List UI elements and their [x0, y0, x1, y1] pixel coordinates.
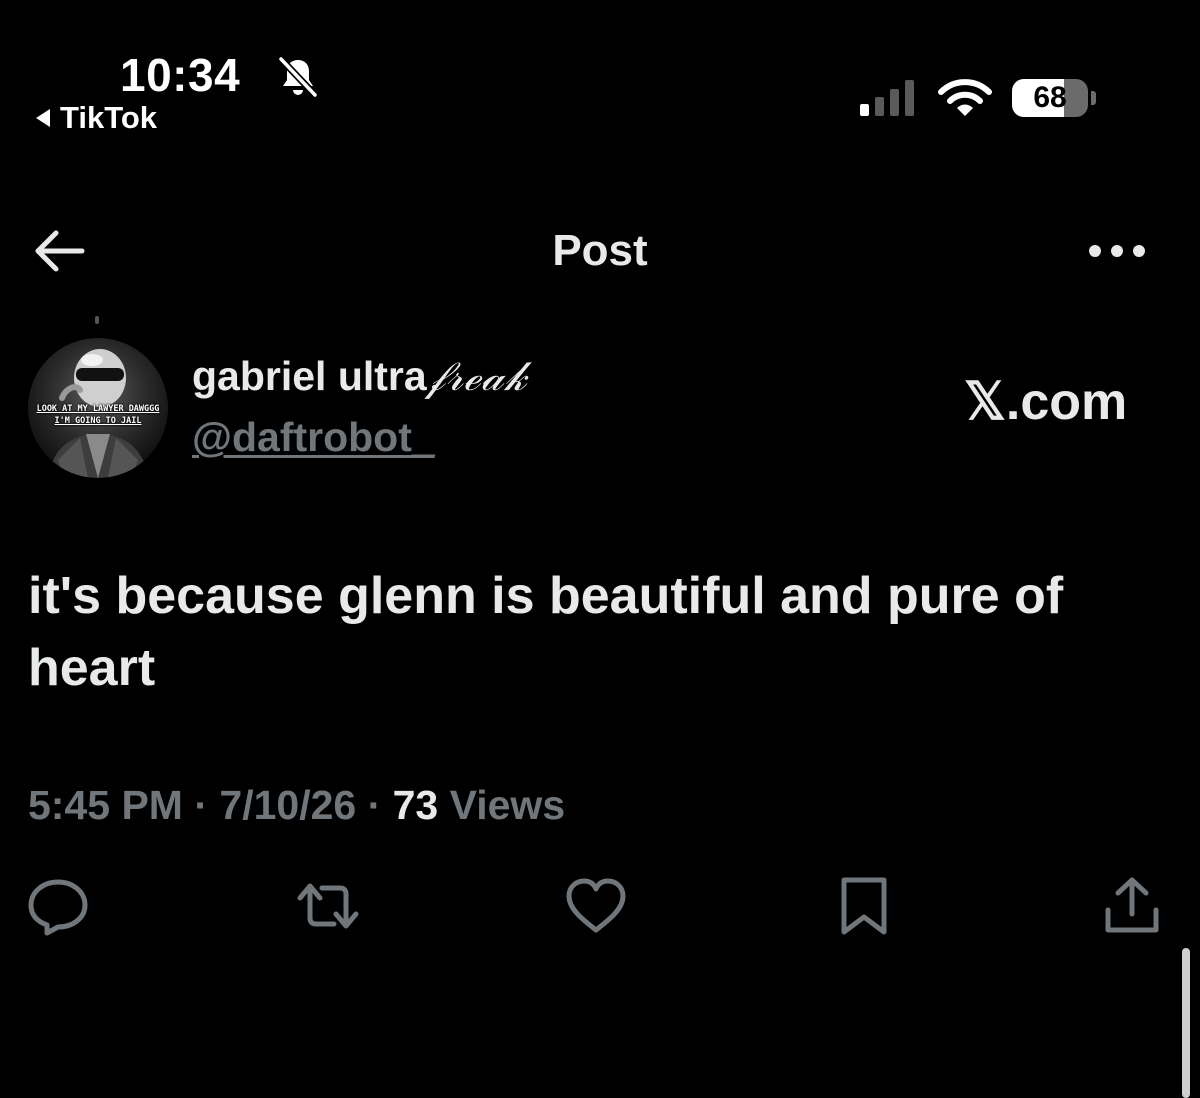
xcom-watermark: 𝕏.com [964, 373, 1128, 431]
back-triangle-icon [36, 109, 50, 127]
author-display-name[interactable]: gabriel ultra𝒻𝓇ℯ𝒶𝓀 [192, 352, 528, 401]
avatar-caption-line2: I'M GOING TO JAIL [54, 416, 142, 426]
bookmark-icon[interactable] [830, 872, 898, 940]
back-app-label: TikTok [60, 100, 158, 135]
battery-percent: 68 [1033, 81, 1067, 114]
status-time: 10:34 [120, 49, 241, 101]
post-date: 7/10/26 [219, 782, 357, 828]
avatar[interactable]: LOOK AT MY LAWYER DAWGGG I'M GOING TO JA… [28, 338, 168, 478]
avatar-marker [95, 316, 99, 324]
views-label: Views [438, 782, 566, 828]
scrollbar[interactable] [1182, 948, 1190, 1098]
page-title: Post [552, 226, 648, 275]
meta-separator: · [356, 782, 393, 828]
battery-indicator: 68 [1012, 79, 1088, 117]
cellular-signal-icon [860, 80, 914, 116]
display-name-plain: gabriel ultra [192, 353, 427, 399]
reply-icon[interactable] [24, 872, 92, 940]
post-text: it's because glenn is beautiful and pure… [28, 567, 1064, 697]
repost-icon[interactable] [294, 872, 362, 940]
wifi-icon [938, 79, 992, 116]
post-meta: 5:45 PM · 7/10/26 · 73 Views [28, 782, 565, 829]
share-icon[interactable] [1098, 872, 1166, 940]
meta-separator: · [182, 782, 220, 828]
display-name-fancy: 𝒻𝓇ℯ𝒶𝓀 [426, 352, 528, 400]
back-to-app-button[interactable]: TikTok [36, 100, 157, 136]
battery-terminal [1091, 91, 1096, 105]
more-dots-icon[interactable] [1086, 236, 1148, 266]
post-time: 5:45 PM [28, 782, 183, 828]
bell-slash-icon [277, 55, 319, 99]
author-handle[interactable]: @daftrobot_ [192, 414, 435, 461]
avatar-caption-line1: LOOK AT MY LAWYER DAWGGG [36, 404, 160, 414]
views-count: 73 [392, 782, 439, 828]
like-icon[interactable] [562, 872, 630, 940]
